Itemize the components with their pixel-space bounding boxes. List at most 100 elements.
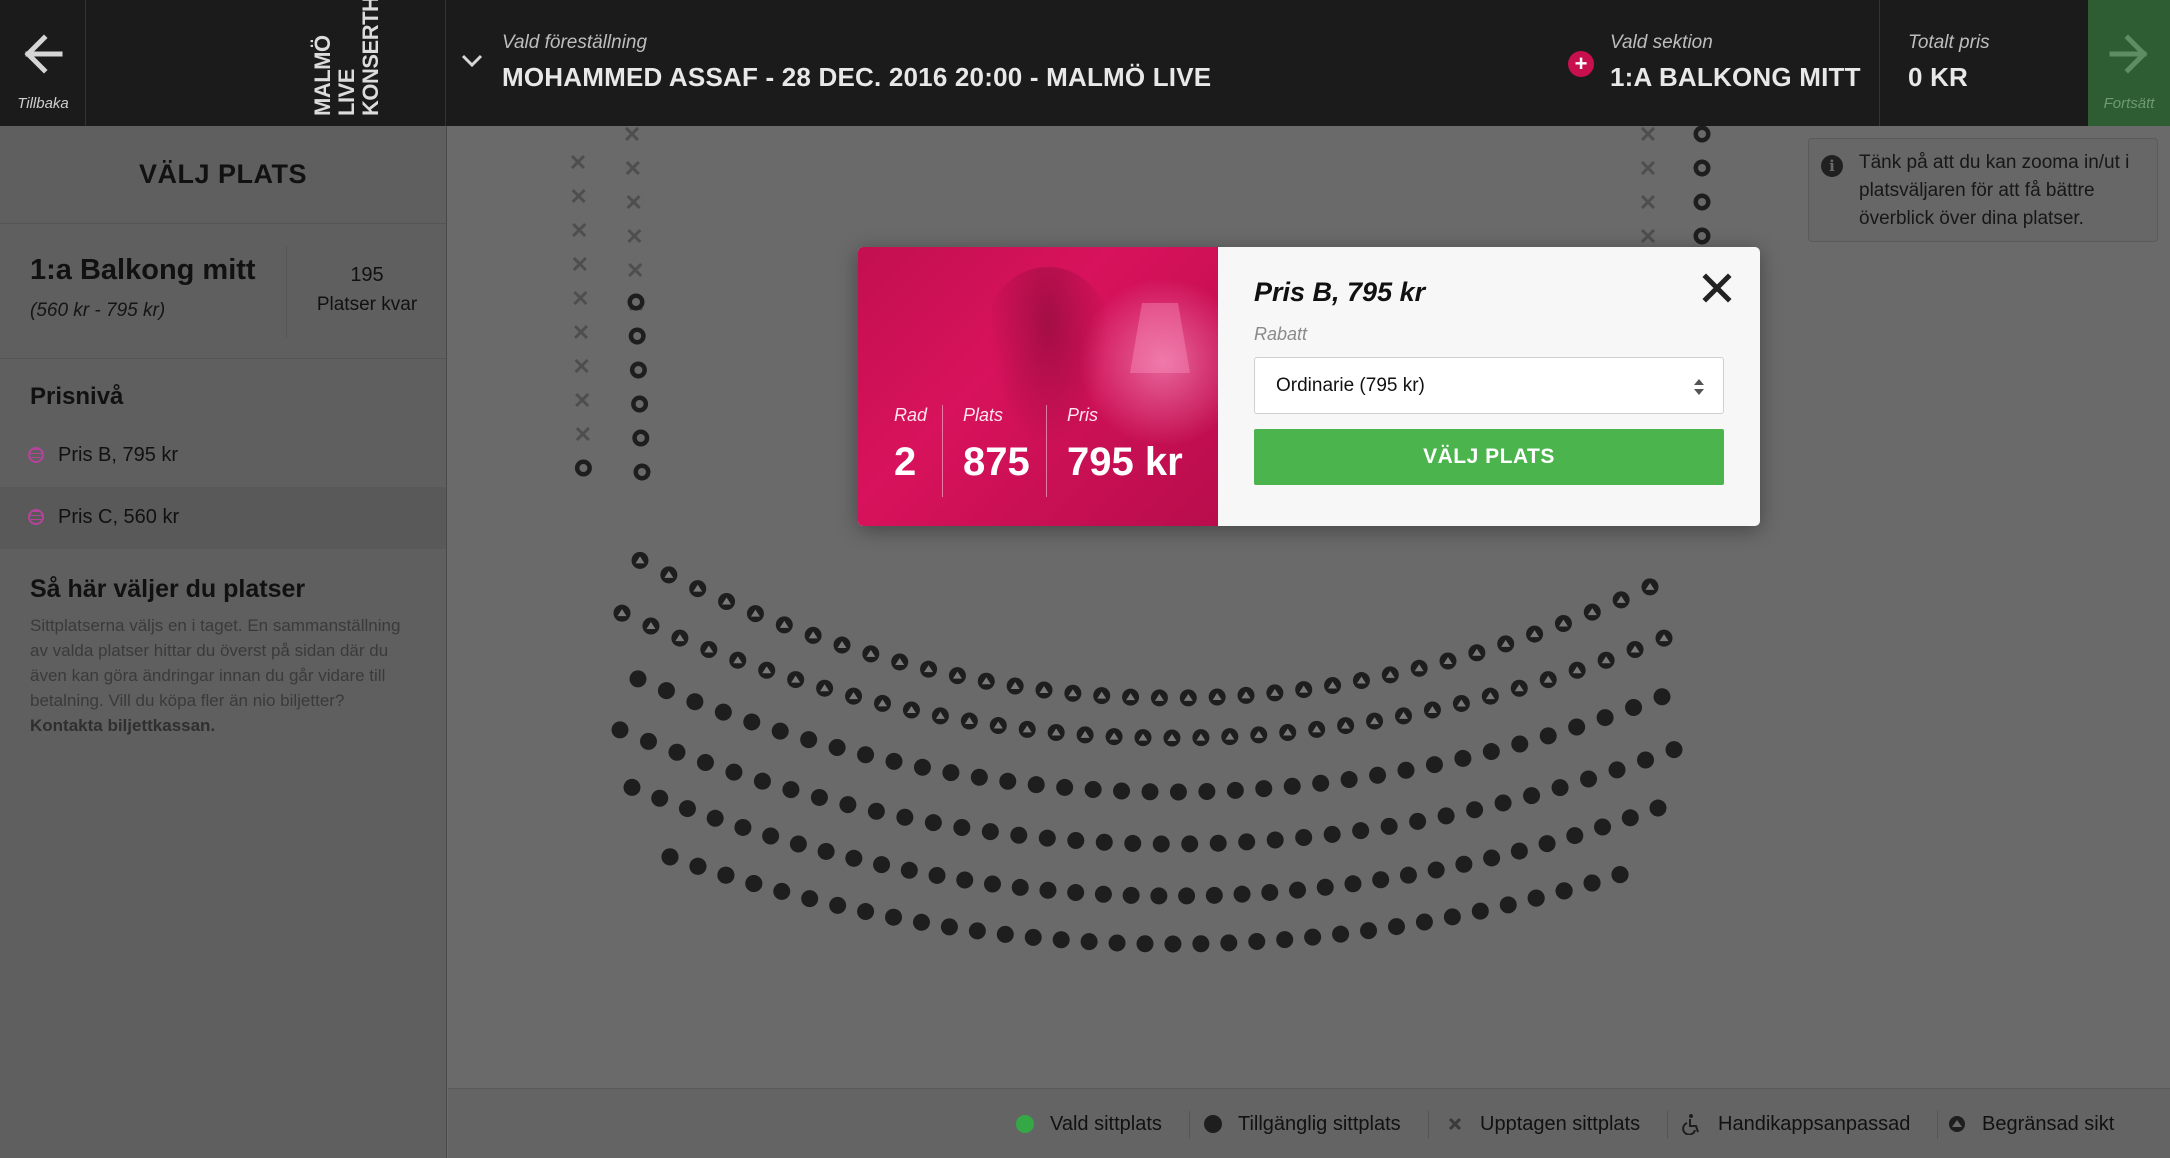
available-seat[interactable] — [1409, 812, 1427, 830]
available-seat[interactable] — [1483, 849, 1501, 867]
available-seat[interactable] — [1113, 782, 1131, 800]
available-seat[interactable] — [912, 913, 930, 931]
available-seat[interactable] — [1178, 887, 1196, 905]
available-seat[interactable] — [1369, 766, 1387, 784]
available-seat[interactable] — [1594, 818, 1612, 836]
available-seat[interactable] — [1316, 878, 1334, 896]
available-seat[interactable] — [706, 809, 724, 827]
available-seat[interactable] — [1551, 779, 1569, 797]
available-seat[interactable] — [611, 721, 629, 739]
available-seat[interactable] — [734, 818, 752, 836]
available-seat[interactable] — [1523, 787, 1541, 805]
available-seat[interactable] — [1052, 931, 1070, 949]
available-seat[interactable] — [1209, 834, 1227, 852]
available-seat[interactable] — [789, 835, 807, 853]
available-seat[interactable] — [1067, 884, 1085, 902]
available-seat[interactable] — [1427, 861, 1445, 879]
available-seat[interactable] — [1238, 833, 1256, 851]
available-seat[interactable] — [1095, 833, 1113, 851]
close-icon[interactable] — [1700, 271, 1734, 305]
available-seat[interactable] — [782, 781, 800, 799]
available-seat[interactable] — [1621, 809, 1639, 827]
available-seat[interactable] — [839, 796, 857, 814]
show-selector[interactable]: Vald föreställning MOHAMMED ASSAF - 28 D… — [447, 0, 1547, 126]
available-seat[interactable] — [1124, 834, 1142, 852]
available-seat[interactable] — [1108, 934, 1126, 952]
available-seat[interactable] — [857, 903, 875, 921]
available-seat[interactable] — [1067, 832, 1085, 850]
next-button[interactable]: Fortsätt — [2088, 0, 2170, 126]
available-seat[interactable] — [714, 703, 732, 721]
available-seat[interactable] — [845, 849, 863, 867]
available-seat[interactable] — [1122, 886, 1140, 904]
available-seat[interactable] — [801, 890, 819, 908]
available-seat[interactable] — [1466, 801, 1484, 819]
available-seat[interactable] — [1527, 889, 1545, 907]
available-seat[interactable] — [953, 818, 971, 836]
available-seat[interactable] — [828, 739, 846, 757]
back-button[interactable]: Tillbaka — [0, 0, 86, 126]
available-seat[interactable] — [924, 814, 942, 832]
available-seat[interactable] — [1583, 874, 1601, 892]
available-seat[interactable] — [900, 861, 918, 879]
available-seat[interactable] — [1332, 925, 1350, 943]
available-seat[interactable] — [762, 827, 780, 845]
available-seat[interactable] — [753, 772, 771, 790]
available-seat[interactable] — [745, 875, 763, 893]
available-seat[interactable] — [1437, 807, 1455, 825]
available-seat[interactable] — [1340, 771, 1358, 789]
available-seat[interactable] — [970, 768, 988, 786]
available-seat[interactable] — [678, 800, 696, 818]
available-seat[interactable] — [810, 788, 828, 806]
contact-box-office-link[interactable]: Kontakta biljettkassan. — [30, 716, 215, 735]
available-seat[interactable] — [942, 764, 960, 782]
available-seat[interactable] — [928, 866, 946, 884]
available-seat[interactable] — [1499, 896, 1517, 914]
available-seat[interactable] — [1555, 882, 1573, 900]
available-seat[interactable] — [1397, 761, 1415, 779]
available-seat[interactable] — [1360, 922, 1378, 940]
available-seat[interactable] — [1136, 935, 1154, 953]
available-seat[interactable] — [873, 856, 891, 874]
available-seat[interactable] — [1538, 835, 1556, 853]
available-seat[interactable] — [896, 808, 914, 826]
available-seat[interactable] — [1038, 829, 1056, 847]
available-seat[interactable] — [657, 682, 675, 700]
available-seat[interactable] — [1539, 727, 1557, 745]
available-seat[interactable] — [1266, 831, 1284, 849]
available-seat[interactable] — [1164, 935, 1182, 953]
available-seat[interactable] — [1261, 883, 1279, 901]
available-seat[interactable] — [1649, 799, 1667, 817]
available-seat[interactable] — [1471, 902, 1489, 920]
available-seat[interactable] — [1198, 783, 1216, 801]
available-seat[interactable] — [956, 871, 974, 889]
select-seat-button[interactable]: VÄLJ PLATS — [1254, 429, 1724, 485]
available-seat[interactable] — [1625, 698, 1643, 716]
available-seat[interactable] — [1352, 822, 1370, 840]
available-seat[interactable] — [885, 908, 903, 926]
available-seat[interactable] — [661, 848, 679, 866]
available-seat[interactable] — [1084, 781, 1102, 799]
available-seat[interactable] — [1152, 835, 1170, 853]
available-seat[interactable] — [1608, 761, 1626, 779]
available-seat[interactable] — [668, 743, 686, 761]
available-seat[interactable] — [1283, 777, 1301, 795]
available-seat[interactable] — [1295, 829, 1313, 847]
available-seat[interactable] — [817, 842, 835, 860]
available-seat[interactable] — [913, 758, 931, 776]
available-seat[interactable] — [829, 896, 847, 914]
available-seat[interactable] — [1380, 817, 1398, 835]
available-seat[interactable] — [1494, 794, 1512, 812]
available-seat[interactable] — [1039, 881, 1057, 899]
available-seat[interactable] — [1443, 908, 1461, 926]
price-level-item[interactable]: Pris C, 560 kr — [0, 487, 446, 549]
available-seat[interactable] — [867, 802, 885, 820]
available-seat[interactable] — [689, 857, 707, 875]
available-seat[interactable] — [1150, 887, 1168, 905]
available-seat[interactable] — [1455, 855, 1473, 873]
available-seat[interactable] — [696, 753, 714, 771]
available-seat[interactable] — [1510, 842, 1528, 860]
available-seat[interactable] — [1248, 933, 1266, 951]
available-seat[interactable] — [885, 752, 903, 770]
available-seat[interactable] — [800, 731, 818, 749]
